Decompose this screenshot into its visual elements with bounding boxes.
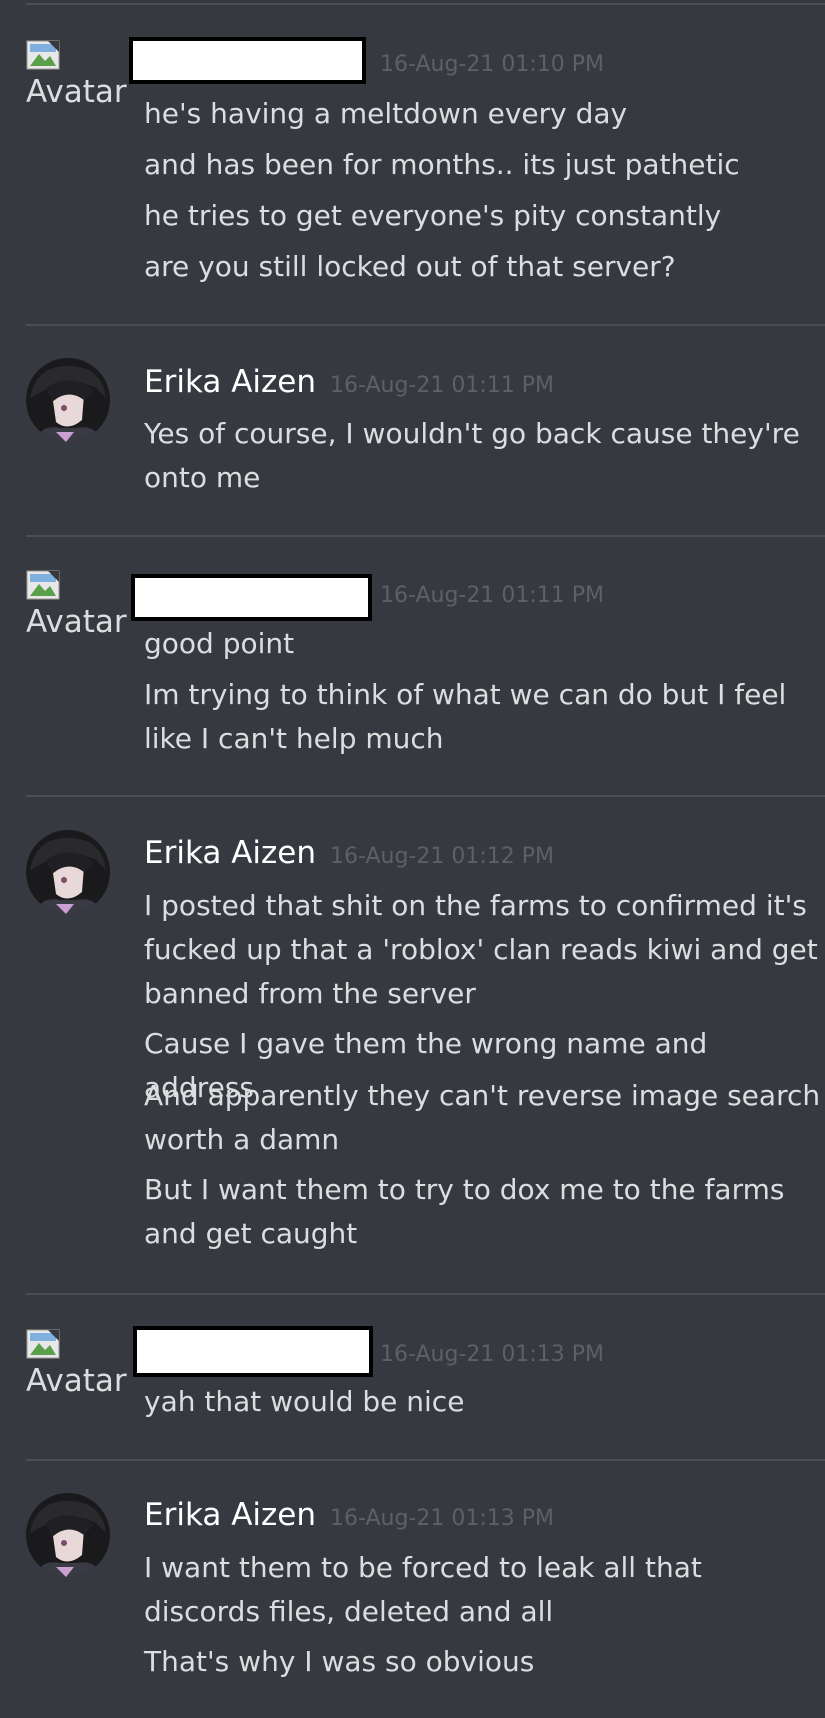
message-timestamp: 16-Aug-21 01:11 PM <box>330 373 554 398</box>
message-author[interactable]: Erika Aizen <box>144 1500 316 1531</box>
avatar[interactable] <box>26 358 110 442</box>
avatar[interactable] <box>26 830 110 914</box>
avatar-alt-text: Avatar <box>26 604 127 640</box>
avatar[interactable] <box>26 1493 110 1577</box>
message-author[interactable]: Erika Aizen <box>144 367 316 398</box>
redacted-username <box>131 574 372 621</box>
message-text: I posted that shit on the farms to confi… <box>144 889 818 1010</box>
message-divider <box>26 535 825 537</box>
message-text: Im trying to think of what we can do but… <box>144 678 787 755</box>
avatar[interactable]: Avatar <box>26 1329 136 1399</box>
broken-image-icon <box>26 570 60 600</box>
message-timestamp: 16-Aug-21 01:13 PM <box>380 1342 604 1367</box>
message-author[interactable]: Erika Aizen <box>144 838 316 869</box>
message-text: yah that would be nice <box>144 1385 465 1418</box>
message-divider <box>26 1459 825 1461</box>
message-divider <box>26 795 825 797</box>
avatar-alt-text: Avatar <box>26 74 127 110</box>
message-text: I want them to be forced to leak all tha… <box>144 1551 702 1628</box>
message-divider <box>26 3 825 5</box>
message-text: But I want them to try to dox me to the … <box>144 1173 785 1250</box>
message-text: And apparently they can't reverse image … <box>144 1079 821 1156</box>
message-divider <box>26 324 825 326</box>
message-timestamp: 16-Aug-21 01:13 PM <box>330 1506 554 1531</box>
message-timestamp: 16-Aug-21 01:11 PM <box>380 583 604 608</box>
broken-image-icon <box>26 40 60 70</box>
redacted-username <box>133 1326 373 1377</box>
avatar-portrait-icon <box>26 830 110 914</box>
avatar[interactable]: Avatar <box>26 570 136 640</box>
avatar-portrait-icon <box>26 1493 110 1577</box>
message-timestamp: 16-Aug-21 01:12 PM <box>330 844 554 869</box>
avatar-portrait-icon <box>26 358 110 442</box>
message-timestamp: 16-Aug-21 01:10 PM <box>380 52 604 77</box>
message-text: are you still locked out of that server? <box>144 250 676 283</box>
avatar[interactable]: Avatar <box>26 40 136 110</box>
avatar-alt-text: Avatar <box>26 1363 127 1399</box>
message-text: he's having a meltdown every day <box>144 97 628 130</box>
broken-image-icon <box>26 1329 60 1359</box>
message-text: he tries to get everyone's pity constant… <box>144 199 722 232</box>
redacted-username <box>129 37 366 84</box>
message-text: Yes of course, I wouldn't go back cause … <box>144 417 800 494</box>
message-divider <box>26 1293 825 1295</box>
message-text: and has been for months.. its just pathe… <box>144 148 740 181</box>
message-text: That's why I was so obvious <box>144 1645 535 1678</box>
message-text: good point <box>144 627 295 660</box>
